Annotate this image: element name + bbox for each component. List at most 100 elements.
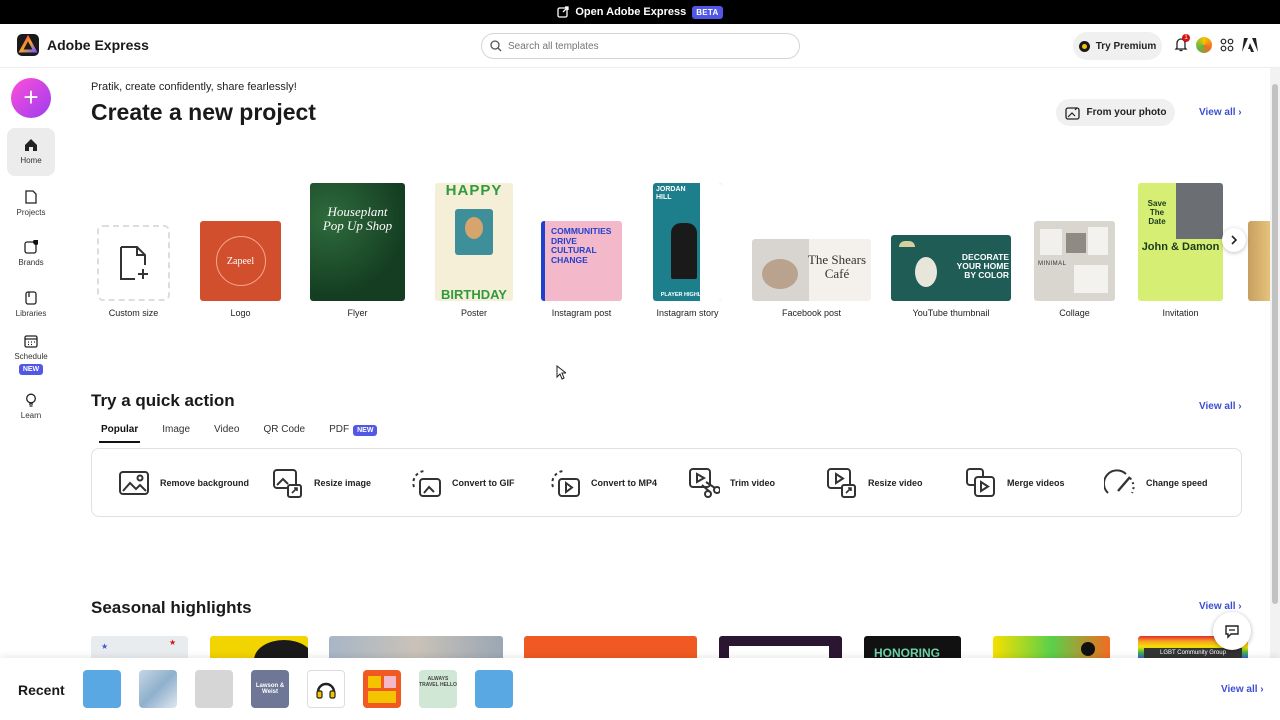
app-logo[interactable]: Adobe Express xyxy=(17,34,149,56)
tab-qr-code[interactable]: QR Code xyxy=(253,424,315,443)
adobe-icon[interactable] xyxy=(1242,38,1258,52)
tab-popular[interactable]: Popular xyxy=(91,424,148,443)
story-thumb-text: JORDAN HILL xyxy=(656,186,686,201)
tab-image[interactable]: Image xyxy=(152,424,200,443)
template-invitation[interactable]: Save The Date John & Damon Invitation xyxy=(1138,183,1223,323)
template-custom-size[interactable]: Custom size xyxy=(95,223,172,323)
sidebar-item-schedule[interactable]: Schedule NEW xyxy=(7,334,55,375)
scrollbar-thumb[interactable] xyxy=(1272,84,1278,604)
search-bar[interactable] xyxy=(481,33,800,59)
chat-support-button[interactable] xyxy=(1213,612,1251,650)
recent-item[interactable]: Lawson & Weist xyxy=(251,670,289,708)
seasonal-card[interactable] xyxy=(329,636,503,658)
chat-icon xyxy=(1225,624,1239,639)
search-input[interactable] xyxy=(508,40,768,52)
logo-thumb-text: Zapeel xyxy=(215,236,266,286)
sidebar-item-home[interactable]: Home xyxy=(7,128,55,176)
recent-item[interactable] xyxy=(363,670,401,708)
template-label: Instagram story xyxy=(656,308,719,318)
lightbulb-icon xyxy=(26,393,36,407)
view-all-quick-actions-link[interactable]: View all › xyxy=(1199,401,1242,412)
sidebar-item-brands[interactable]: Brands xyxy=(7,240,55,267)
quick-action-title: Try a quick action xyxy=(91,391,235,410)
template-label: Invitation xyxy=(1162,308,1199,318)
recent-bar: Recent Lawson & Weist ALWAYS TRAVEL HELL… xyxy=(0,658,1280,720)
instagram-story-thumbnail: JORDAN HILL PLAYER HIGHLIGHT xyxy=(653,183,722,301)
view-all-templates-link[interactable]: View all › xyxy=(1199,107,1242,118)
quick-action-resize-video[interactable]: Resize video xyxy=(826,467,923,499)
remove-background-icon xyxy=(119,471,149,495)
recent-item[interactable] xyxy=(195,670,233,708)
recent-item[interactable] xyxy=(475,670,513,708)
template-poster[interactable]: HAPPY BIRTHDAY Poster xyxy=(435,183,513,323)
template-label: Flyer xyxy=(347,308,368,318)
template-label: YouTube thumbnail xyxy=(912,308,990,318)
from-photo-label: From your photo xyxy=(1086,107,1167,118)
template-flyer[interactable]: Houseplant Pop Up Shop Flyer xyxy=(310,183,405,323)
tab-pdf[interactable]: PDF NEW xyxy=(319,424,387,443)
notifications-button[interactable]: 1 xyxy=(1174,34,1190,53)
recent-item[interactable]: ALWAYS TRAVEL HELLO xyxy=(419,670,457,708)
quick-action-trim-video[interactable]: Trim video xyxy=(688,467,775,499)
view-all-seasonal-link[interactable]: View all › xyxy=(1199,601,1242,612)
facebook-post-thumbnail: The Shears Café xyxy=(752,239,871,301)
merge-videos-icon xyxy=(966,468,995,497)
try-premium-button[interactable]: Try Premium xyxy=(1073,32,1162,60)
quick-action-convert-mp4[interactable]: Convert to MP4 xyxy=(549,467,657,499)
from-your-photo-button[interactable]: From your photo xyxy=(1056,99,1175,126)
template-logo[interactable]: Zapeel Logo xyxy=(200,221,281,323)
seasonal-highlights-title: Seasonal highlights xyxy=(91,598,252,617)
template-next-peek[interactable] xyxy=(1248,221,1270,301)
recent-item[interactable] xyxy=(139,670,177,708)
page-scrollbar[interactable] xyxy=(1270,68,1280,658)
template-collage[interactable]: MINIMAL Collage xyxy=(1034,221,1115,323)
seasonal-card[interactable] xyxy=(524,636,697,658)
projects-icon xyxy=(25,190,37,204)
quick-action-resize-image[interactable]: Resize image xyxy=(272,467,371,499)
facebook-thumb-text: The Shears Café xyxy=(807,252,867,281)
open-express-banner[interactable]: Open Adobe Express BETA xyxy=(0,0,1280,24)
seasonal-card[interactable] xyxy=(719,636,842,658)
story-thumb-bottom: PLAYER HIGHLIGHT xyxy=(660,292,715,298)
app-name: Adobe Express xyxy=(47,37,149,53)
template-label: Collage xyxy=(1059,308,1090,318)
profile-avatar[interactable] xyxy=(1196,37,1212,53)
tab-video[interactable]: Video xyxy=(204,424,249,443)
recent-item-text: Lawson & Weist xyxy=(255,683,285,695)
recent-item[interactable] xyxy=(307,670,345,708)
view-all-recent-link[interactable]: View all › xyxy=(1221,684,1264,695)
greeting-text: Pratik, create confidently, share fearle… xyxy=(91,81,297,93)
sidebar-label-libraries: Libraries xyxy=(15,309,47,318)
convert-mp4-icon xyxy=(551,470,580,497)
apps-grid-icon[interactable] xyxy=(1220,38,1234,52)
template-instagram-post[interactable]: COMMUNITIES DRIVE CULTURAL CHANGE Instag… xyxy=(541,221,622,323)
headphones-icon xyxy=(316,682,336,699)
template-label: Custom size xyxy=(108,308,159,318)
quick-action-merge-videos[interactable]: Merge videos xyxy=(965,467,1065,499)
sidebar-item-projects[interactable]: Projects xyxy=(7,190,55,217)
recent-item[interactable] xyxy=(83,670,121,708)
seasonal-card[interactable] xyxy=(993,636,1110,658)
flyer-thumbnail: Houseplant Pop Up Shop xyxy=(310,183,405,301)
create-new-button[interactable]: + xyxy=(11,78,51,118)
notification-badge: 1 xyxy=(1182,34,1190,42)
sidebar-item-libraries[interactable]: Libraries xyxy=(7,291,55,318)
seasonal-card[interactable] xyxy=(210,636,308,658)
logo-thumbnail: Zapeel xyxy=(200,221,281,301)
sidebar-label-learn: Learn xyxy=(20,411,42,420)
quick-action-convert-gif[interactable]: Convert to GIF xyxy=(410,467,515,499)
seasonal-card[interactable]: ★ ★ xyxy=(91,636,188,658)
template-youtube-thumbnail[interactable]: DECORATE YOUR HOME BY COLOR YouTube thum… xyxy=(891,235,1011,323)
quick-action-remove-background[interactable]: Remove background xyxy=(118,467,249,499)
template-facebook-post[interactable]: The Shears Café Facebook post xyxy=(752,239,871,323)
sidebar-item-learn[interactable]: Learn xyxy=(7,393,55,420)
resize-video-icon xyxy=(827,468,856,498)
templates-next-button[interactable] xyxy=(1222,228,1246,252)
seasonal-card[interactable]: HONORING xyxy=(864,636,961,658)
template-instagram-story[interactable]: JORDAN HILL PLAYER HIGHLIGHT Instagram s… xyxy=(653,183,722,323)
story-stripe xyxy=(700,183,722,301)
template-label: Instagram post xyxy=(551,308,612,318)
pdf-new-badge: NEW xyxy=(353,425,378,436)
poster-thumb-top: HAPPY xyxy=(445,183,503,199)
quick-action-change-speed[interactable]: Change speed xyxy=(1104,467,1208,499)
